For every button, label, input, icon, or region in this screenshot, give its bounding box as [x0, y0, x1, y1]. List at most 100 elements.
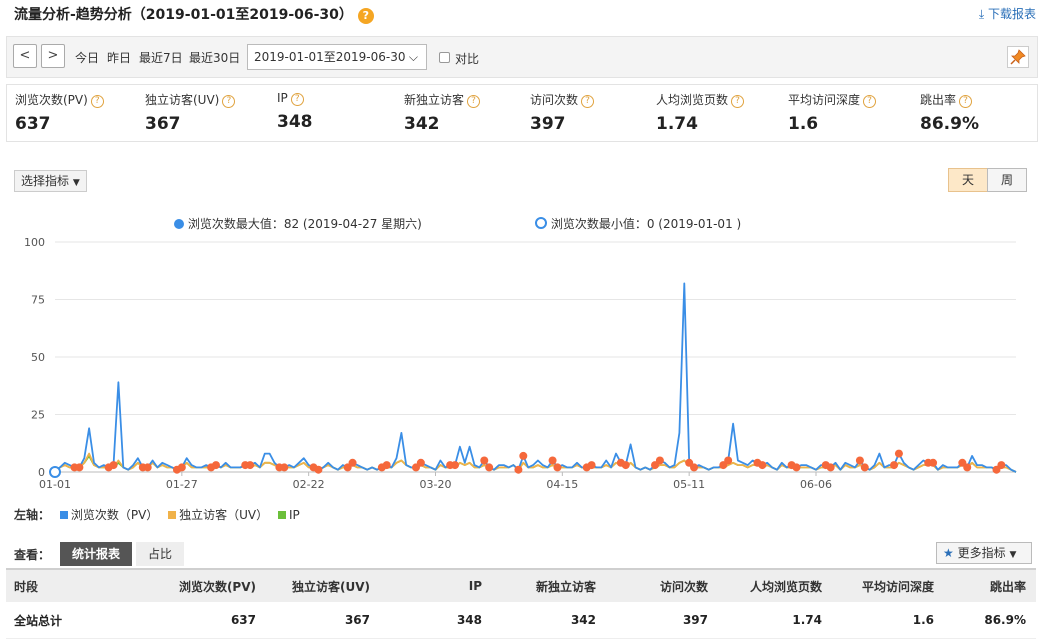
- weekend-point: [860, 463, 869, 472]
- page-title-text: 流量分析-趋势分析（2019-01-01至2019-06-30）: [14, 7, 353, 23]
- weekend-point: [451, 461, 460, 470]
- weekend-point: [416, 458, 425, 467]
- col-ip[interactable]: IP: [371, 568, 483, 602]
- select-metric-dropdown[interactable]: 选择指标 ▼: [14, 170, 87, 192]
- col-pages-per-user[interactable]: 人均浏览页数: [709, 568, 823, 602]
- weekend-point: [826, 463, 835, 472]
- legend-label-ip[interactable]: IP: [289, 508, 300, 522]
- caret-down-icon: ▼: [1009, 550, 1017, 560]
- help-icon[interactable]: ?: [959, 95, 973, 108]
- weekend-point: [963, 463, 972, 472]
- weekend-point: [621, 461, 630, 470]
- metric-uv: 独立访客(UV)? 367: [145, 91, 236, 134]
- star-icon: ★: [943, 546, 954, 560]
- metric-value: 397: [530, 114, 566, 134]
- help-icon[interactable]: ?: [581, 95, 595, 108]
- x-tick-label: 05-11: [673, 478, 705, 491]
- col-visits[interactable]: 访问次数: [597, 568, 709, 602]
- compare-checkbox[interactable]: [439, 52, 450, 63]
- legend-label-uv[interactable]: 独立访客（UV）: [179, 508, 268, 522]
- metric-pages-per-user: 人均浏览页数? 1.74: [656, 91, 745, 134]
- axis-label: 左轴：: [14, 508, 51, 522]
- pin-icon: [1010, 49, 1026, 65]
- legend-swatch-uv: [168, 511, 177, 519]
- date-range-select[interactable]: 2019-01-01至2019-06-30 ⌵: [247, 44, 427, 70]
- stats-table: 时段 浏览次数(PV) 独立访客(UV) IP 新独立访客 访问次数 人均浏览页…: [6, 568, 1036, 639]
- col-avg-depth[interactable]: 平均访问深度: [823, 568, 935, 602]
- table-header-row: 时段 浏览次数(PV) 独立访客(UV) IP 新独立访客 访问次数 人均浏览页…: [6, 568, 1036, 602]
- x-tick-label: 01-01: [39, 478, 71, 491]
- help-icon[interactable]: ?: [731, 95, 745, 108]
- pin-button[interactable]: [1007, 46, 1029, 68]
- cell-pv: 637: [135, 602, 257, 639]
- cell-bounce-rate: 86.9%: [935, 602, 1036, 639]
- download-report-link[interactable]: ⤓ 下载报表: [979, 5, 1036, 22]
- series-legend: 左轴： 浏览次数（PV） 独立访客（UV） IP: [14, 506, 300, 523]
- y-tick-label: 100: [24, 236, 45, 249]
- weekend-point: [177, 463, 186, 472]
- col-new-visitors[interactable]: 新独立访客: [483, 568, 597, 602]
- col-uv[interactable]: 独立访客(UV): [257, 568, 371, 602]
- help-icon[interactable]: ?: [467, 95, 481, 108]
- range-today[interactable]: 今日: [75, 49, 99, 66]
- metric-visits: 访问次数? 397: [530, 91, 595, 134]
- help-icon[interactable]: ?: [290, 93, 304, 106]
- date-toolbar: < > 今日 昨日 最近7日 最近30日 2019-01-01至2019-06-…: [6, 36, 1038, 78]
- caret-down-icon: ▼: [72, 178, 80, 188]
- hollow-dot-icon: [535, 217, 547, 229]
- cell-period: 全站总计: [6, 602, 135, 639]
- prev-period-button[interactable]: <: [13, 44, 37, 68]
- range-last-30-days[interactable]: 最近30日: [189, 49, 240, 66]
- col-pv[interactable]: 浏览次数(PV): [135, 568, 257, 602]
- metric-label: 平均访问深度: [788, 93, 861, 107]
- more-metrics-button[interactable]: ★ 更多指标 ▼: [936, 542, 1032, 564]
- weekend-point: [314, 465, 323, 474]
- y-tick-label: 75: [31, 294, 45, 307]
- metrics-summary: 浏览次数(PV)? 637 独立访客(UV)? 367 IP? 348 新独立访…: [6, 84, 1038, 142]
- min-annotation-text: 浏览次数最小值：0 (2019-01-01 ): [550, 217, 742, 231]
- metric-label: 独立访客(UV): [145, 93, 220, 107]
- range-yesterday[interactable]: 昨日: [107, 49, 131, 66]
- compare-label: 对比: [455, 52, 480, 66]
- granularity-day-button[interactable]: 天: [948, 168, 988, 192]
- metric-value: 348: [277, 112, 313, 132]
- weekend-point: [211, 461, 220, 470]
- min-annotation: 浏览次数最小值：0 (2019-01-01 ): [535, 215, 741, 232]
- download-label: 下载报表: [987, 7, 1036, 21]
- legend-label-pv[interactable]: 浏览次数（PV）: [71, 508, 158, 522]
- weekend-point: [109, 461, 118, 470]
- chevron-down-icon: ⌵: [408, 50, 418, 64]
- cell-avg-depth: 1.6: [823, 602, 935, 639]
- weekend-point: [690, 463, 699, 472]
- weekend-point: [348, 458, 357, 467]
- tab-share[interactable]: 占比: [136, 542, 185, 566]
- metric-label: 访问次数: [530, 93, 579, 107]
- cell-new-visitors: 342: [483, 602, 597, 639]
- weekend-point: [758, 461, 767, 470]
- weekend-point: [75, 463, 84, 472]
- x-tick-label: 02-22: [293, 478, 325, 491]
- col-period[interactable]: 时段: [6, 568, 135, 602]
- cell-visits: 397: [597, 602, 709, 639]
- weekend-point: [480, 456, 489, 465]
- cell-ip: 348: [371, 602, 483, 639]
- col-bounce-rate[interactable]: 跳出率: [935, 568, 1036, 602]
- help-icon[interactable]: ?: [357, 8, 374, 24]
- metric-new-visitors: 新独立访客? 342: [404, 91, 481, 134]
- help-icon[interactable]: ?: [863, 95, 877, 108]
- cell-uv: 367: [257, 602, 371, 639]
- date-range-value: 2019-01-01至2019-06-30: [254, 50, 406, 64]
- tab-stats-report[interactable]: 统计报表: [60, 542, 133, 566]
- weekend-point: [553, 463, 562, 472]
- metric-value: 367: [145, 114, 181, 134]
- help-icon[interactable]: ?: [90, 95, 104, 108]
- weekend-point: [587, 461, 596, 470]
- x-tick-label: 04-15: [546, 478, 578, 491]
- range-last-7-days[interactable]: 最近7日: [139, 49, 183, 66]
- granularity-week-button[interactable]: 周: [987, 168, 1027, 192]
- cell-pages-per-user: 1.74: [709, 602, 823, 639]
- help-icon[interactable]: ?: [222, 95, 236, 108]
- x-tick-label: 06-06: [800, 478, 832, 491]
- next-period-button[interactable]: >: [41, 44, 65, 68]
- page-title: 流量分析-趋势分析（2019-01-01至2019-06-30） ?: [14, 4, 374, 24]
